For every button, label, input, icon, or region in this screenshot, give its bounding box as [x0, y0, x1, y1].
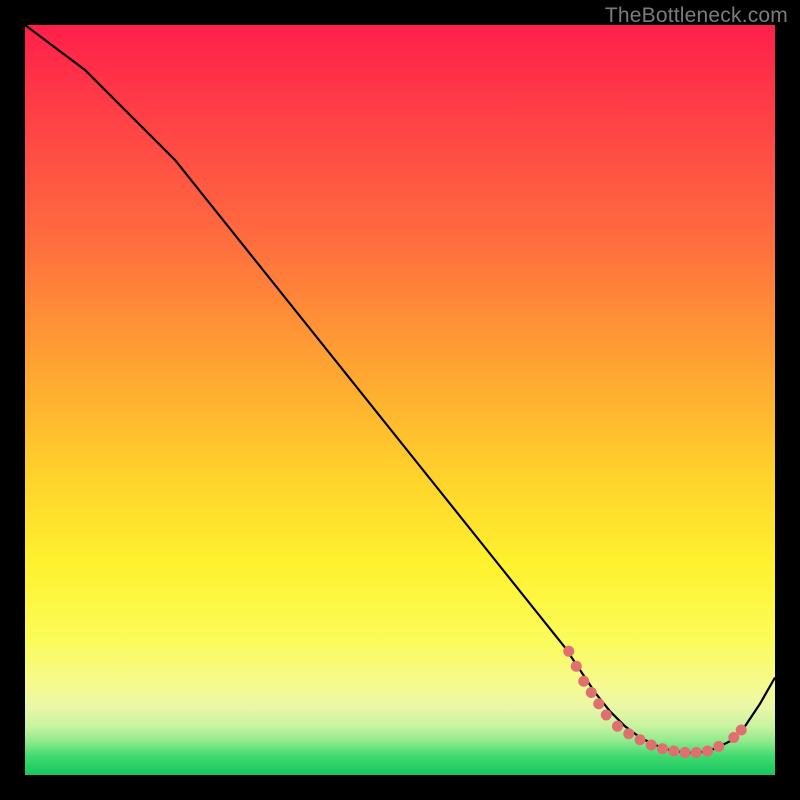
data-marker — [563, 646, 574, 657]
data-marker — [680, 747, 691, 758]
data-marker — [601, 710, 612, 721]
data-marker — [623, 728, 634, 739]
data-marker — [713, 741, 724, 752]
chart-plot-area — [25, 25, 775, 775]
data-marker — [646, 740, 657, 751]
chart-frame: TheBottleneck.com — [0, 0, 800, 800]
data-markers — [563, 646, 747, 758]
watermark-text: TheBottleneck.com — [605, 4, 788, 28]
chart-svg — [25, 25, 775, 775]
data-marker — [668, 746, 679, 757]
data-marker — [612, 721, 623, 732]
data-marker — [691, 747, 702, 758]
data-marker — [586, 687, 597, 698]
data-marker — [657, 743, 668, 754]
data-marker — [578, 676, 589, 687]
bottleneck-curve — [25, 25, 775, 753]
data-marker — [736, 725, 747, 736]
data-marker — [702, 746, 713, 757]
data-marker — [593, 698, 604, 709]
data-marker — [571, 661, 582, 672]
data-marker — [635, 734, 646, 745]
